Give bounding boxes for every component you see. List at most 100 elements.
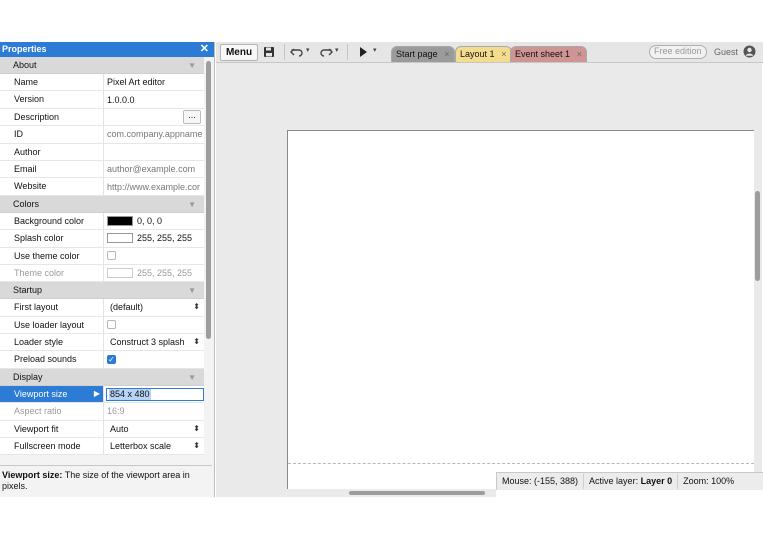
prop-label: Use theme color xyxy=(0,247,104,264)
prop-row-name[interactable]: Name Pixel Art editor xyxy=(0,74,204,92)
prop-label-text: Viewport size xyxy=(14,388,68,399)
prop-row-background-color[interactable]: Background color 0, 0, 0 xyxy=(0,212,204,231)
layout-horizontal-scrollbar[interactable] xyxy=(216,489,496,497)
prop-row-id[interactable]: ID com.company.appname xyxy=(0,126,204,144)
prop-row-viewport-size[interactable]: Viewport size ▶ 854 x 480 xyxy=(0,385,204,404)
undo-dropdown-icon[interactable]: ▾ xyxy=(306,46,310,54)
play-icon[interactable] xyxy=(359,47,368,57)
properties-scrollbar[interactable] xyxy=(205,57,212,462)
prop-label: Fullscreen mode xyxy=(0,438,104,455)
prop-value-viewport-size[interactable]: 854 x 480 xyxy=(104,386,204,402)
prop-value-name[interactable]: Pixel Art editor xyxy=(104,74,204,90)
dropdown-arrows-icon: ⬍ xyxy=(193,337,200,347)
collapse-triangle-icon[interactable]: ▼ xyxy=(188,369,196,386)
prop-row-use-loader-layout[interactable]: Use loader layout xyxy=(0,316,204,335)
color-swatch[interactable] xyxy=(107,233,133,244)
color-value: 0, 0, 0 xyxy=(137,215,163,226)
zoom-level: Zoom: 100% xyxy=(683,476,735,486)
tab-label: Layout 1 xyxy=(460,49,495,59)
properties-title-bar: Properties ✕ xyxy=(0,42,214,57)
scrollbar-thumb[interactable] xyxy=(349,491,485,495)
section-about[interactable]: About ▼ xyxy=(0,57,204,74)
first-layout-select[interactable]: (default) ⬍ xyxy=(104,299,204,315)
tab-event-sheet-1[interactable]: Event sheet 1 × xyxy=(510,46,588,62)
close-icon[interactable]: ✕ xyxy=(200,42,209,57)
collapse-triangle-icon[interactable]: ▼ xyxy=(188,282,196,299)
prop-label: Description xyxy=(0,108,104,126)
prop-row-website[interactable]: Website http://www.example.cor xyxy=(0,178,204,196)
layout-canvas[interactable] xyxy=(287,130,754,489)
prop-row-splash-color[interactable]: Splash color 255, 255, 255 xyxy=(0,230,204,248)
prop-value-aspect-ratio: 16:9 xyxy=(107,406,125,417)
color-swatch[interactable] xyxy=(107,215,133,226)
free-edition-badge[interactable]: Free edition xyxy=(649,45,707,59)
prop-row-viewport-fit[interactable]: Viewport fit Auto ⬍ xyxy=(0,420,204,439)
section-label: Display xyxy=(13,371,43,382)
toolbar-divider xyxy=(284,44,285,60)
layout-vertical-scrollbar[interactable] xyxy=(754,63,762,489)
prop-value-version[interactable]: 1.0.0.0 xyxy=(104,91,204,107)
use-theme-color-checkbox[interactable] xyxy=(107,251,116,261)
active-layer-value: Layer 0 xyxy=(640,476,673,486)
prop-row-loader-style[interactable]: Loader style Construct 3 splash ⬍ xyxy=(0,334,204,352)
user-label[interactable]: Guest xyxy=(714,46,738,58)
layout-view[interactable] xyxy=(216,63,754,489)
prop-row-first-layout[interactable]: First layout (default) ⬍ xyxy=(0,299,204,317)
section-display[interactable]: Display ▼ xyxy=(0,368,204,386)
prop-row-version[interactable]: Version 1.0.0.0 xyxy=(0,91,204,109)
prop-value-email[interactable]: author@example.com xyxy=(104,161,204,177)
prop-value-description[interactable]: ... xyxy=(104,109,204,125)
prop-row-email[interactable]: Email author@example.com xyxy=(0,160,204,179)
save-icon[interactable] xyxy=(263,46,275,58)
section-startup[interactable]: Startup ▼ xyxy=(0,282,204,300)
menu-button[interactable]: Menu xyxy=(220,44,258,61)
prop-label: Author xyxy=(0,143,104,160)
viewport-size-input[interactable]: 854 x 480 xyxy=(106,387,204,401)
redo-dropdown-icon[interactable]: ▾ xyxy=(335,46,339,54)
user-account-icon[interactable] xyxy=(743,45,756,58)
prop-value-use-loader-layout[interactable] xyxy=(104,317,204,333)
prop-label: First layout xyxy=(0,299,104,316)
preload-sounds-checkbox[interactable]: ✓ xyxy=(107,355,116,365)
close-tab-icon[interactable]: × xyxy=(444,47,449,62)
prop-label: Website xyxy=(0,178,104,195)
ellipsis-button[interactable]: ... xyxy=(183,109,201,124)
prop-row-description[interactable]: Description ... xyxy=(0,108,204,127)
play-dropdown-icon[interactable]: ▾ xyxy=(373,46,377,54)
close-tab-icon[interactable]: × xyxy=(577,47,582,62)
prop-value-author[interactable] xyxy=(104,144,204,160)
collapse-triangle-icon[interactable]: ▼ xyxy=(188,57,196,74)
mouse-position: Mouse: (-155, 388) xyxy=(497,474,585,489)
tab-layout-1[interactable]: Layout 1 × xyxy=(455,46,512,62)
scrollbar-thumb[interactable] xyxy=(755,191,760,281)
prop-value-preload-sounds[interactable]: ✓ xyxy=(104,351,204,367)
dropdown-arrows-icon: ⬍ xyxy=(193,441,200,451)
prop-row-author[interactable]: Author xyxy=(0,143,204,161)
prop-label: Name xyxy=(0,74,104,91)
selected-text: 854 x 480 xyxy=(109,388,151,400)
viewport-fit-select[interactable]: Auto ⬍ xyxy=(104,421,204,437)
prop-value-background-color[interactable]: 0, 0, 0 xyxy=(104,213,204,229)
prop-value-splash-color[interactable]: 255, 255, 255 xyxy=(104,230,204,246)
use-loader-layout-checkbox[interactable] xyxy=(107,320,116,330)
fullscreen-mode-select[interactable]: Letterbox scale ⬍ xyxy=(104,438,204,454)
redo-icon[interactable] xyxy=(319,46,333,58)
prop-value-id[interactable]: com.company.appname xyxy=(104,126,204,142)
section-colors[interactable]: Colors ▼ xyxy=(0,195,204,213)
prop-row-preload-sounds[interactable]: Preload sounds ✓ xyxy=(0,351,204,369)
collapse-triangle-icon[interactable]: ▼ xyxy=(188,196,196,213)
loader-style-select[interactable]: Construct 3 splash ⬍ xyxy=(104,334,204,350)
property-help: Viewport size: The size of the viewport … xyxy=(0,465,212,497)
prop-value-use-theme-color[interactable] xyxy=(104,248,204,264)
tab-start-page[interactable]: Start page × xyxy=(391,46,455,62)
expand-arrow-icon[interactable]: ▶ xyxy=(94,386,100,402)
prop-value-website[interactable]: http://www.example.cor xyxy=(104,178,204,194)
prop-row-fullscreen-mode[interactable]: Fullscreen mode Letterbox scale ⬍ xyxy=(0,438,204,456)
undo-icon[interactable] xyxy=(290,46,304,58)
scrollbar-thumb[interactable] xyxy=(206,61,211,339)
tab-label: Start page xyxy=(396,49,438,59)
prop-label: Background color xyxy=(0,212,104,230)
close-tab-icon[interactable]: × xyxy=(501,47,506,62)
select-value: Construct 3 splash xyxy=(110,337,185,348)
prop-row-use-theme-color[interactable]: Use theme color xyxy=(0,247,204,265)
